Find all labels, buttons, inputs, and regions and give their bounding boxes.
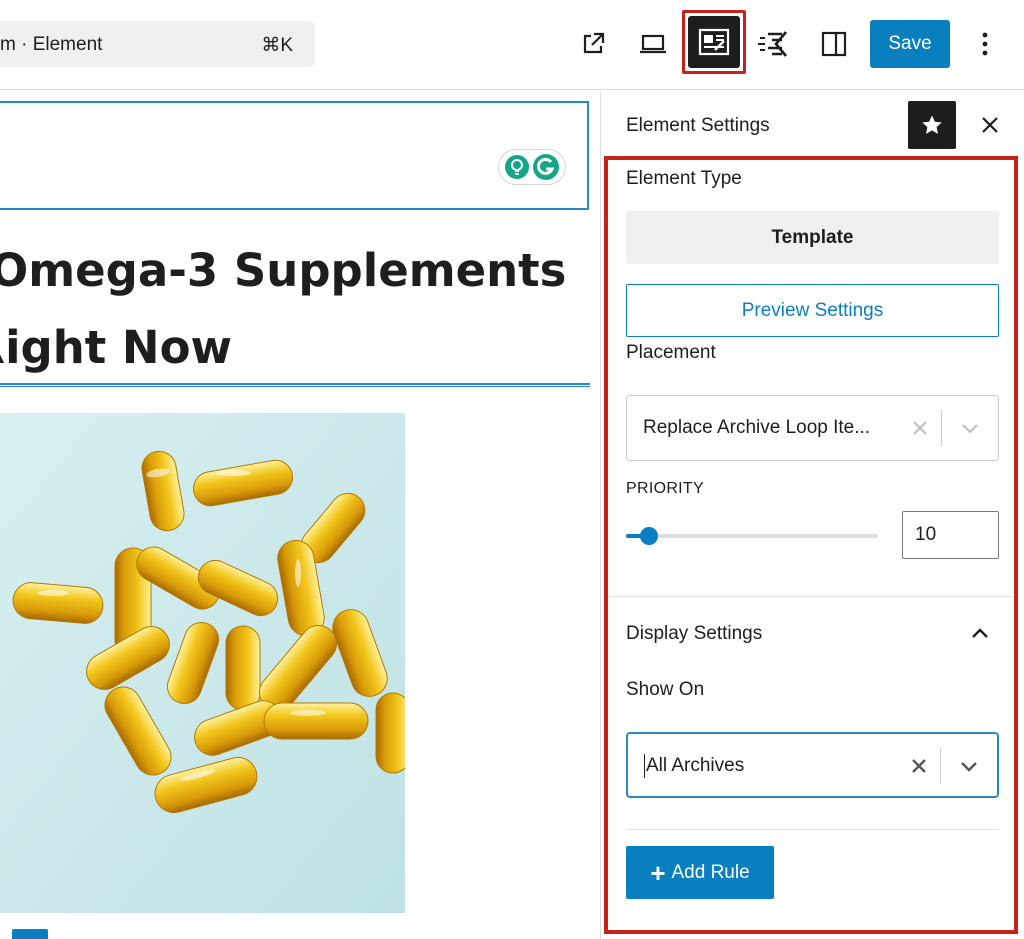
star-icon[interactable]: [908, 101, 956, 149]
show-on-label: Show On: [626, 679, 705, 700]
editor-canvas: Omega-3 Supplements ket Right Now: [0, 91, 600, 939]
element-type-button[interactable]: Template: [626, 211, 999, 264]
grammarly-icon[interactable]: [532, 153, 560, 181]
priority-label: PRIORITY: [626, 480, 704, 497]
sidebar-toggle-icon[interactable]: [814, 24, 854, 64]
display-settings-toggle[interactable]: Display Settings: [626, 611, 999, 655]
chevron-down-icon[interactable]: [957, 754, 981, 778]
grammarly-widget[interactable]: [498, 149, 566, 185]
select-separator: [941, 410, 942, 446]
heading-block-outline: [0, 383, 590, 387]
show-on-value: All Archives: [646, 755, 745, 776]
text-caret: [644, 754, 645, 778]
chevron-up-icon[interactable]: [968, 621, 992, 645]
plus-icon: +: [650, 857, 666, 888]
editor-toolbar: m · Element ⌘K Save: [0, 0, 1024, 90]
external-link-icon[interactable]: [573, 24, 613, 64]
placement-select[interactable]: Replace Archive Loop Ite...: [626, 395, 999, 461]
block-toolbar-chip[interactable]: [12, 929, 48, 939]
more-options-icon[interactable]: [965, 24, 1005, 64]
display-settings-label: Display Settings: [626, 623, 763, 644]
element-settings-panel: Element Settings Element Type Template P…: [600, 91, 1024, 939]
selected-block-frame[interactable]: [0, 101, 589, 210]
lightbulb-icon[interactable]: [504, 154, 530, 180]
preview-settings-button[interactable]: Preview Settings: [626, 284, 999, 337]
add-rule-label: Add Rule: [671, 861, 750, 883]
add-rule-button[interactable]: + Add Rule: [626, 846, 774, 899]
close-icon[interactable]: [970, 105, 1010, 145]
chevron-down-icon[interactable]: [958, 416, 982, 440]
panel-title: Element Settings: [626, 115, 770, 136]
save-button[interactable]: Save: [870, 20, 950, 68]
priority-input[interactable]: [902, 511, 999, 559]
heading-line-1: Omega-3 Supplements: [0, 244, 567, 297]
placement-label: Placement: [626, 342, 716, 363]
slider-thumb[interactable]: [639, 527, 658, 545]
generateblocks-icon[interactable]: [754, 24, 794, 64]
fish-oil-capsules-image[interactable]: [0, 413, 405, 913]
rules-divider: [626, 829, 999, 830]
heading-line-2: ket Right Now: [0, 321, 233, 374]
clear-icon[interactable]: [908, 416, 932, 440]
template-editor-icon[interactable]: [688, 16, 740, 68]
post-title-heading[interactable]: Omega-3 Supplements ket Right Now: [0, 231, 590, 387]
command-palette-bar[interactable]: m · Element ⌘K: [0, 21, 315, 67]
show-on-select[interactable]: All Archives: [626, 732, 999, 798]
command-shortcut: ⌘K: [261, 35, 293, 56]
priority-slider[interactable]: [626, 527, 878, 545]
command-bar-text: m · Element: [0, 34, 103, 55]
placement-value: Replace Archive Loop Ite...: [643, 417, 871, 438]
clear-icon[interactable]: [907, 754, 931, 778]
select-separator: [940, 748, 941, 784]
element-type-label: Element Type: [626, 168, 742, 189]
section-divider: [608, 596, 1014, 597]
desktop-preview-icon[interactable]: [633, 24, 673, 64]
